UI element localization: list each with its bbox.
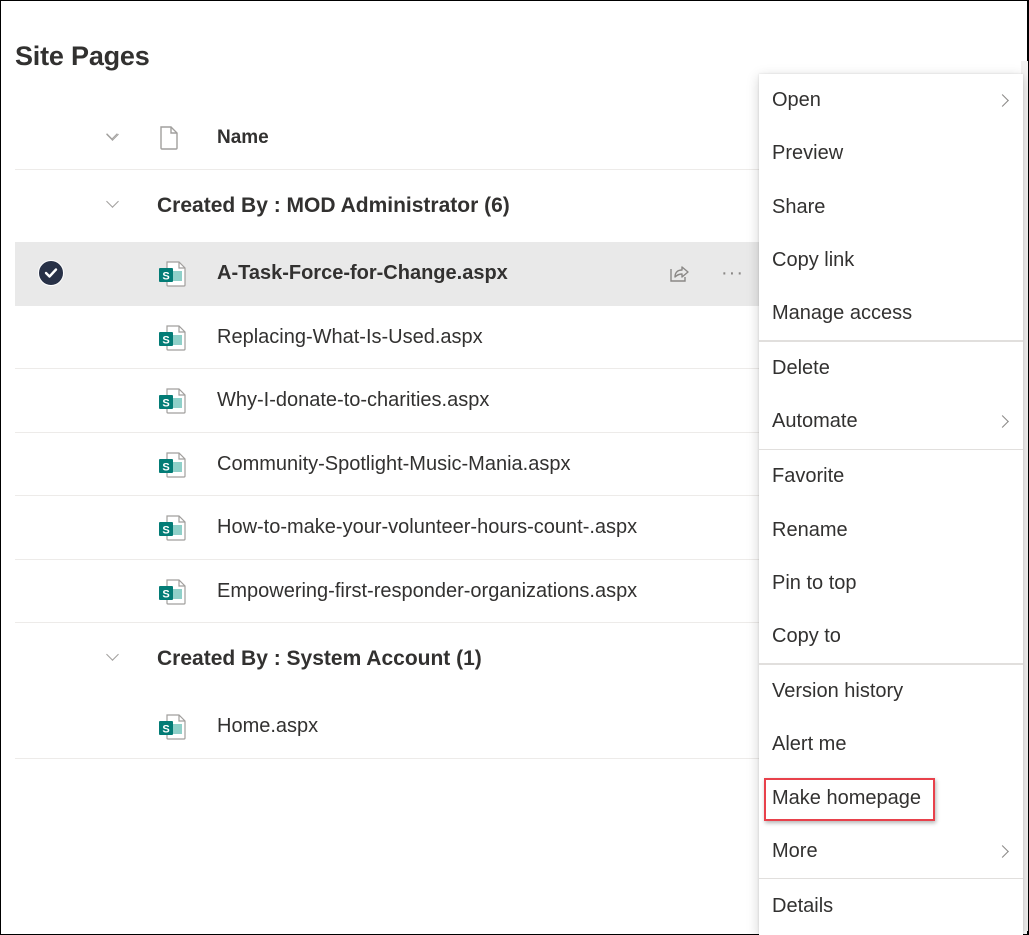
svg-text:S: S	[162, 724, 169, 736]
sharepoint-page-icon: S	[159, 388, 186, 414]
file-name-link[interactable]: Replacing-What-Is-Used.aspx	[217, 326, 483, 349]
svg-text:S: S	[162, 334, 169, 346]
menu-item-delete[interactable]: Delete	[759, 342, 1023, 395]
menu-item-favorite[interactable]: Favorite	[759, 450, 1023, 503]
file-name-link[interactable]: Community-Spotlight-Music-Mania.aspx	[217, 453, 570, 476]
submenu-chevron-icon	[996, 844, 1009, 858]
menu-item-version-history[interactable]: Version history	[759, 665, 1023, 718]
menu-item-label: Pin to top	[772, 571, 857, 594]
file-name-link[interactable]: Home.aspx	[217, 715, 318, 738]
menu-item-label: Version history	[772, 679, 904, 702]
menu-item-details[interactable]: Details	[759, 879, 1023, 932]
context-menu: Open Preview Share Copy link Manage access De…	[759, 74, 1023, 935]
menu-item-automate[interactable]: Automate	[759, 395, 1023, 448]
menu-item-manage-access[interactable]: Manage access	[759, 287, 1023, 340]
page-title: Site Pages	[15, 41, 150, 71]
sharepoint-page-icon: S	[159, 451, 186, 478]
svg-text:S: S	[162, 271, 169, 283]
menu-item-label: Rename	[772, 518, 848, 541]
sort-chevron-icon[interactable]	[106, 128, 118, 140]
group-collapse-chevron-icon[interactable]	[106, 195, 119, 208]
menu-item-label: Open	[772, 89, 821, 112]
menu-item-label: Share	[772, 195, 826, 218]
menu-item-label: Make homepage	[772, 786, 921, 809]
sharepoint-page-icon: S	[159, 714, 186, 740]
file-name-link[interactable]: Why-I-donate-to-charities.aspx	[217, 389, 489, 412]
sharepoint-page-icon: S	[159, 515, 186, 541]
svg-text:S: S	[162, 398, 169, 410]
sharepoint-page-icon: S	[159, 261, 186, 287]
group-collapse-chevron-icon[interactable]	[106, 648, 119, 661]
menu-item-make-homepage[interactable]: Make homepage	[759, 771, 1023, 824]
menu-item-label: Details	[772, 894, 834, 917]
menu-item-open[interactable]: Open	[759, 74, 1023, 127]
menu-item-preview[interactable]: Preview	[759, 127, 1023, 180]
menu-item-copy-link[interactable]: Copy link	[759, 234, 1023, 287]
menu-item-pin-to-top[interactable]: Pin to top	[759, 557, 1023, 610]
file-type-icon[interactable]	[159, 126, 179, 150]
submenu-chevron-icon	[996, 94, 1009, 108]
menu-item-label: Manage access	[772, 302, 913, 325]
more-actions-icon[interactable]: ···	[721, 262, 744, 285]
share-icon[interactable]	[667, 261, 691, 285]
menu-item-share[interactable]: Share	[759, 181, 1023, 234]
group-title: Created By : System Account (1)	[157, 647, 482, 670]
menu-item-label: Delete	[772, 357, 830, 380]
svg-text:S: S	[162, 588, 169, 600]
svg-text:S: S	[162, 461, 169, 473]
sharepoint-page-icon: S	[159, 578, 186, 605]
menu-item-label: Copy to	[772, 625, 841, 648]
menu-item-label: More	[772, 839, 818, 862]
menu-item-label: Copy link	[772, 249, 855, 272]
menu-item-copy-to[interactable]: Copy to	[759, 610, 1023, 663]
row-selected-check-icon[interactable]	[38, 260, 64, 286]
menu-item-label: Alert me	[772, 733, 847, 756]
menu-item-label: Favorite	[772, 465, 845, 488]
file-name-link[interactable]: How-to-make-your-volunteer-hours-count-.…	[217, 516, 637, 539]
submenu-chevron-icon	[996, 415, 1009, 429]
svg-text:S: S	[162, 525, 169, 537]
file-name-link[interactable]: A-Task-Force-for-Change.aspx	[217, 262, 508, 285]
name-column-header[interactable]: Name	[217, 127, 269, 149]
menu-item-more[interactable]: More	[759, 825, 1023, 878]
group-title: Created By : MOD Administrator (6)	[157, 194, 510, 217]
menu-item-rename[interactable]: Rename	[759, 503, 1023, 556]
file-name-link[interactable]: Empowering-first-responder-organizations…	[217, 580, 637, 603]
menu-item-alert-me[interactable]: Alert me	[759, 718, 1023, 771]
menu-item-label: Automate	[772, 410, 858, 433]
menu-item-label: Preview	[772, 142, 844, 165]
sharepoint-page-icon: S	[159, 324, 186, 351]
